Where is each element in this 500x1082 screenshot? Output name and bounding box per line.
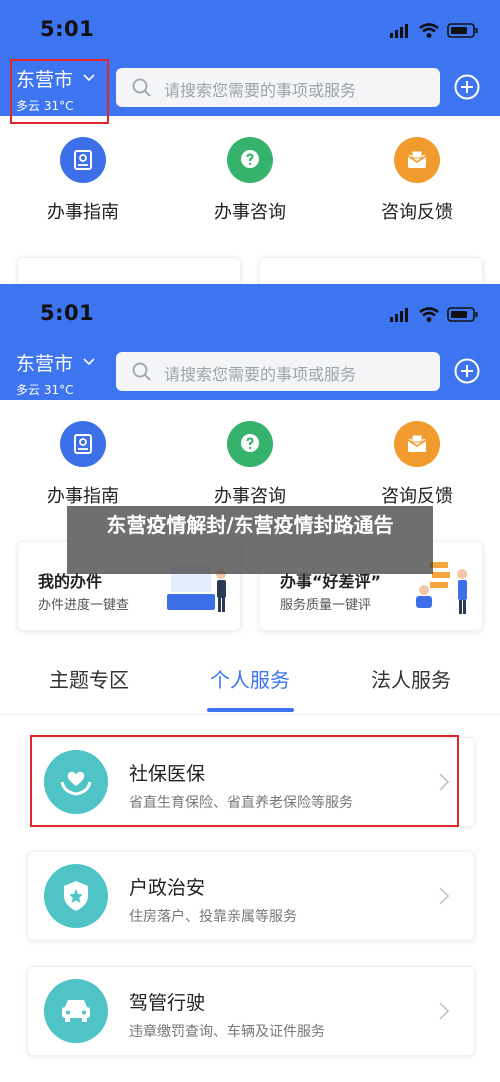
quick-feedback[interactable]: 咨询反馈 <box>357 137 477 224</box>
quick-guide[interactable]: 办事指南 <box>23 137 143 224</box>
status-icons <box>390 22 480 44</box>
city-name: 东营市 <box>16 353 74 375</box>
guide-book-icon <box>60 421 106 467</box>
search-icon <box>132 78 152 102</box>
search-icon <box>132 362 152 386</box>
service-highlight-box <box>30 735 459 827</box>
service-title: 驾管行驶 <box>129 992 206 1014</box>
service-subtitle: 住房落户、投靠亲属等服务 <box>129 909 297 925</box>
feedback-envelope-icon <box>394 421 440 467</box>
service-household-security[interactable]: 户政治安 住房落户、投靠亲属等服务 <box>27 851 475 941</box>
quick-feedback[interactable]: 咨询反馈 <box>357 421 477 508</box>
quick-feedback-label: 咨询反馈 <box>381 486 453 507</box>
chevron-right-icon <box>438 1001 450 1025</box>
signal-icon <box>390 24 408 38</box>
card-peek-left <box>17 257 241 284</box>
card-my-applications-subtitle: 办件进度一键查 <box>38 598 130 613</box>
question-bubble-icon <box>227 421 273 467</box>
feedback-envelope-icon <box>394 137 440 183</box>
quick-guide[interactable]: 办事指南 <box>23 421 143 508</box>
search-input[interactable]: 请搜索您需要的事项或服务 <box>116 68 440 107</box>
overlay-caption-banner: 东营疫情解封/东营疫情封路通告 <box>67 506 433 574</box>
city-highlight-box <box>10 59 109 124</box>
quick-guide-label: 办事指南 <box>47 202 119 223</box>
battery-icon <box>447 23 478 38</box>
quick-consult-label: 办事咨询 <box>214 486 286 507</box>
add-icon[interactable] <box>453 73 481 105</box>
tab-topics[interactable]: 主题专区 <box>9 664 169 693</box>
wifi-icon <box>419 23 439 38</box>
service-subtitle: 违章缴罚查询、车辆及证件服务 <box>129 1024 325 1040</box>
search-placeholder: 请搜索您需要的事项或服务 <box>164 365 357 384</box>
service-tabs: 主题专区 个人服务 法人服务 <box>0 664 500 714</box>
signal-icon <box>390 308 408 322</box>
quick-consult[interactable]: 办事咨询 <box>190 137 310 224</box>
chevron-down-icon <box>83 348 95 372</box>
city-selector[interactable]: 东营市 多云 31°C <box>16 348 95 398</box>
chevron-right-icon <box>438 886 450 910</box>
search-input[interactable]: 请搜索您需要的事项或服务 <box>116 352 440 391</box>
screenshot-bottom: 5:01 东营市 多云 31°C 请搜索您需要的事项或服务 办事指南 办事咨询 … <box>0 284 500 1082</box>
card-peek-right <box>259 257 483 284</box>
car-icon <box>44 979 108 1043</box>
police-shield-icon <box>44 864 108 928</box>
quick-consult-label: 办事咨询 <box>214 202 286 223</box>
battery-icon <box>447 307 478 322</box>
active-tab-indicator <box>207 708 294 712</box>
quick-feedback-label: 咨询反馈 <box>381 202 453 223</box>
tab-divider <box>0 714 500 715</box>
service-title: 户政治安 <box>129 877 206 899</box>
quick-guide-label: 办事指南 <box>47 486 119 507</box>
status-time: 5:01 <box>40 17 95 41</box>
wifi-icon <box>419 307 439 322</box>
status-icons <box>390 306 480 328</box>
card-review-subtitle: 服务质量一键评 <box>280 598 372 613</box>
search-placeholder: 请搜索您需要的事项或服务 <box>164 81 357 100</box>
quick-consult[interactable]: 办事咨询 <box>190 421 310 508</box>
add-icon[interactable] <box>453 357 481 389</box>
tab-corporate-services[interactable]: 法人服务 <box>331 664 491 693</box>
question-bubble-icon <box>227 137 273 183</box>
service-driving-vehicle[interactable]: 驾管行驶 违章缴罚查询、车辆及证件服务 <box>27 966 475 1056</box>
screenshot-top: 5:01 东营市 多云 31°C 请搜索您需要的事项或服务 办事指南 办事咨询 … <box>0 0 500 284</box>
tab-personal-services[interactable]: 个人服务 <box>170 664 330 693</box>
guide-book-icon <box>60 137 106 183</box>
status-time: 5:01 <box>40 301 95 325</box>
weather-text: 多云 31°C <box>16 383 74 397</box>
overlay-caption-text: 东营疫情解封/东营疫情封路通告 <box>106 513 394 537</box>
